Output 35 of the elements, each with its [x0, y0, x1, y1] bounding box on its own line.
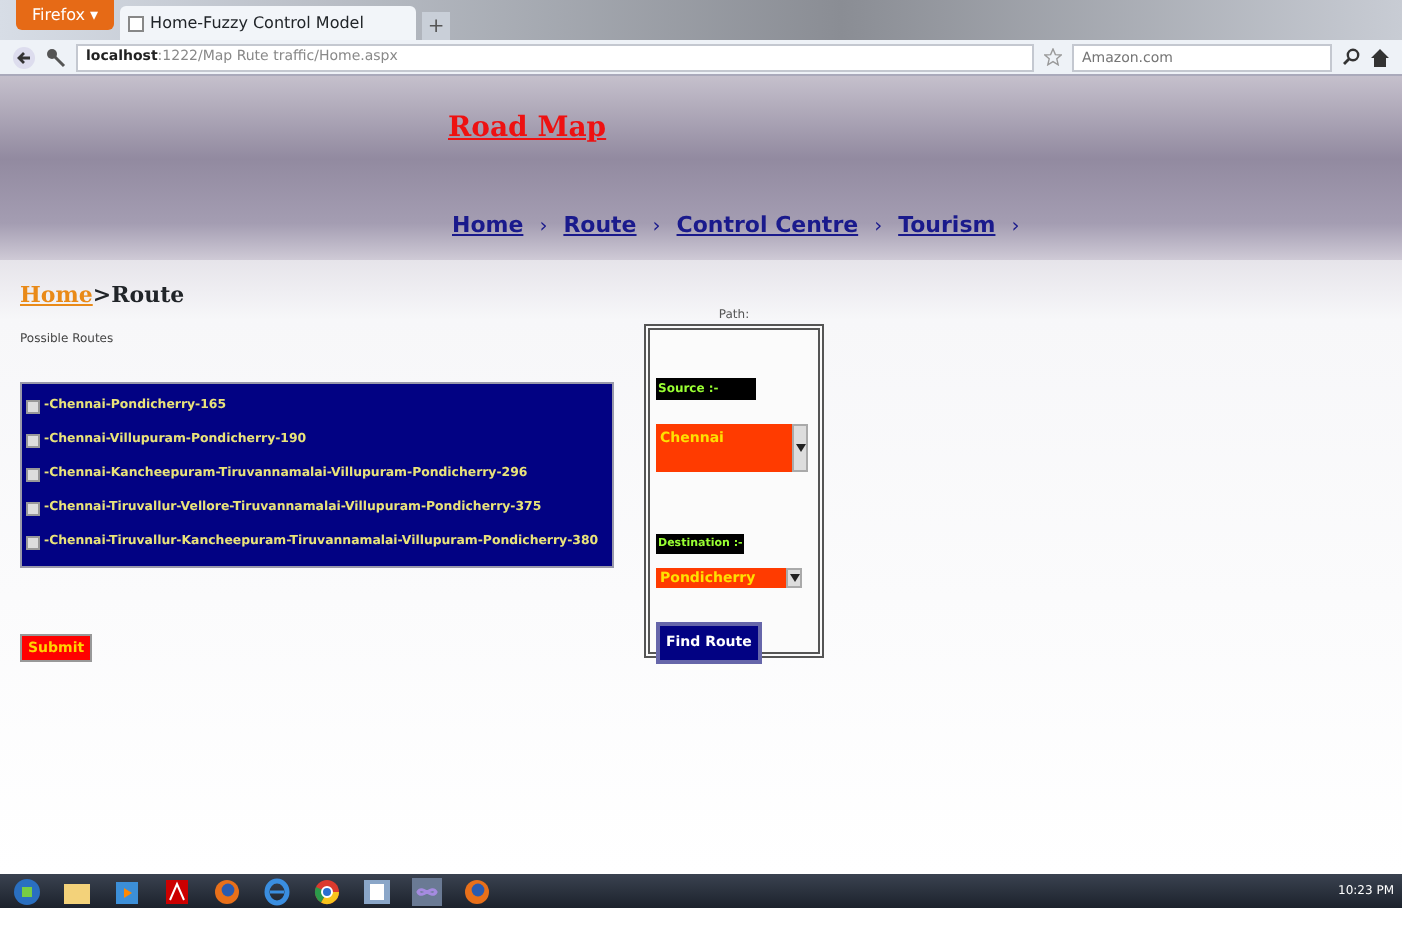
nav-link[interactable]: Route: [563, 210, 637, 243]
route-checkbox[interactable]: [26, 433, 40, 447]
key-icon: [46, 47, 66, 67]
page-icon: [128, 15, 145, 31]
search-icon[interactable]: [1342, 48, 1360, 66]
breadcrumb-current: >Route: [92, 282, 185, 308]
back-icon[interactable]: [12, 45, 36, 69]
route-checkbox[interactable]: [26, 501, 40, 515]
browser-tab[interactable]: Home-Fuzzy Control Model: [120, 6, 417, 40]
media-player-icon[interactable]: [112, 877, 142, 905]
firefox-icon[interactable]: [462, 877, 492, 905]
visual-studio-icon[interactable]: [412, 877, 442, 905]
nav-link[interactable]: Tourism: [898, 210, 996, 243]
home-icon[interactable]: [1370, 47, 1390, 67]
firefox-menu-button[interactable]: Firefox ▾: [16, 0, 115, 30]
dropdown-arrow-icon: [795, 444, 805, 452]
dropdown-arrow-icon: [789, 574, 799, 582]
nav-link[interactable]: Control Centre: [676, 210, 859, 243]
pdf-reader-icon[interactable]: [162, 877, 192, 905]
nav-link[interactable]: Home: [452, 210, 524, 243]
start-button-icon[interactable]: [12, 877, 42, 905]
route-checkbox[interactable]: [26, 399, 40, 413]
chrome-icon[interactable]: [312, 877, 342, 905]
tab-title: Home-Fuzzy Control Model: [150, 11, 364, 35]
nav-separator: ›: [652, 213, 661, 242]
star-icon[interactable]: [1044, 48, 1062, 66]
route-checkbox[interactable]: [26, 535, 40, 549]
new-tab-button[interactable]: +: [422, 12, 451, 40]
nav-separator: ›: [874, 213, 883, 242]
document-icon[interactable]: [362, 877, 392, 905]
internet-explorer-icon[interactable]: [262, 877, 292, 905]
nav-separator: ›: [539, 213, 548, 242]
nav-separator: ›: [1011, 213, 1020, 242]
firefox-icon[interactable]: [212, 877, 242, 905]
route-checkbox[interactable]: [26, 467, 40, 481]
